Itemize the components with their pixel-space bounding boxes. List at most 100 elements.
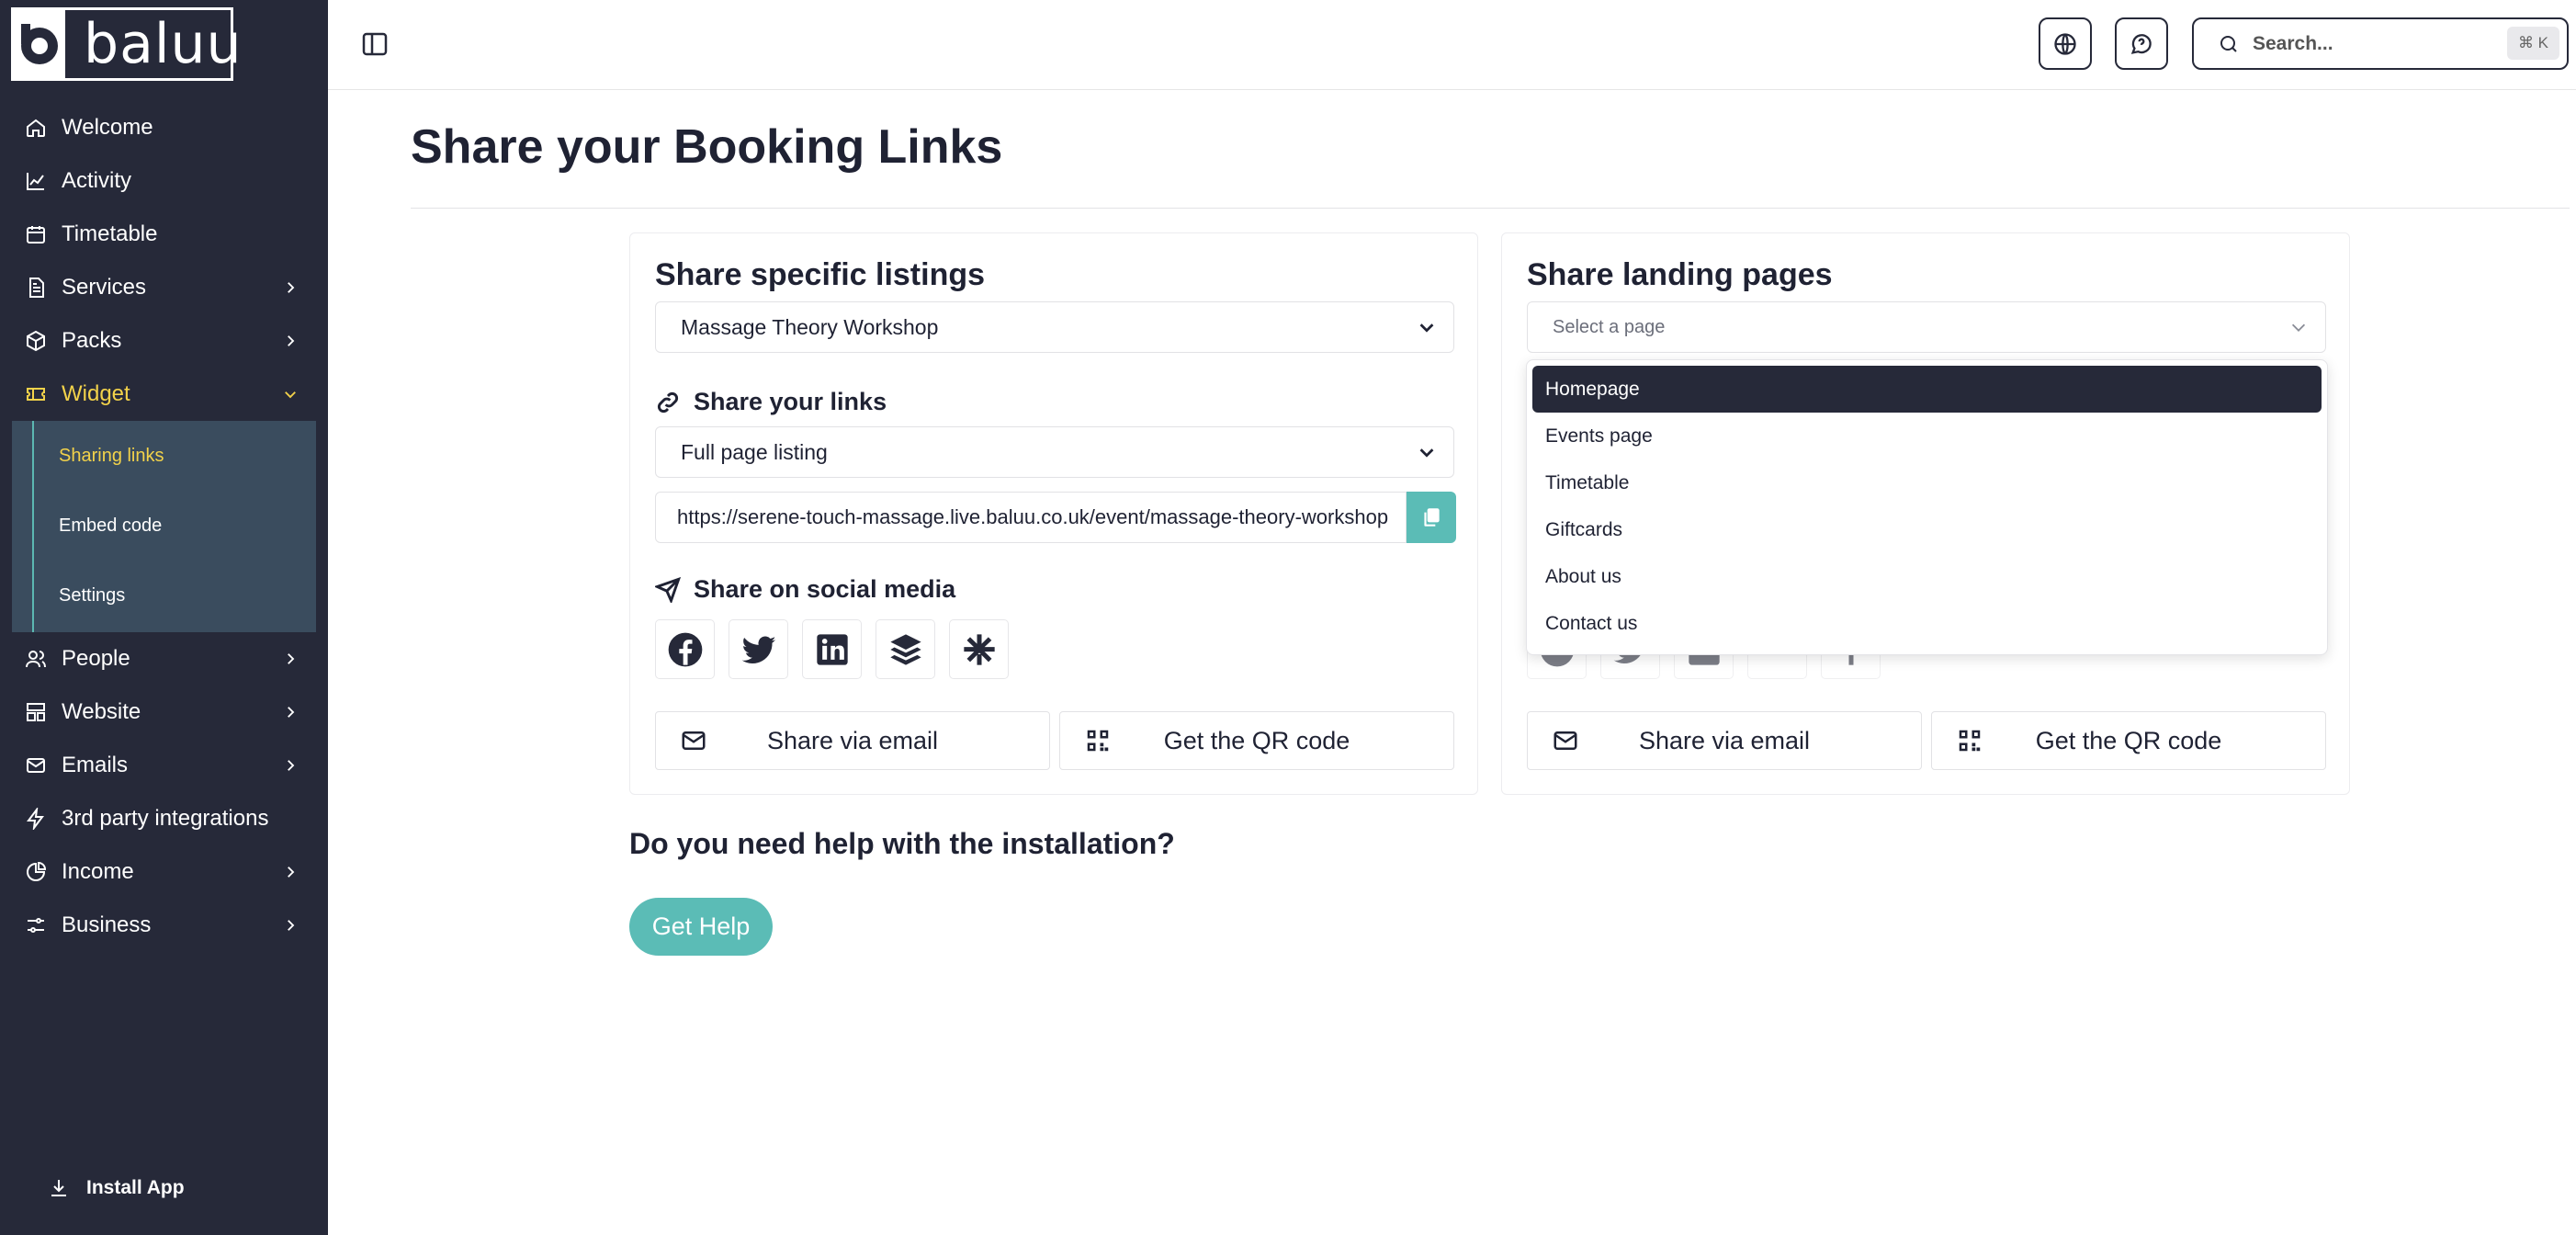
share-via-email-label: Share via email	[1638, 726, 1811, 754]
mail-icon	[1554, 731, 1577, 750]
layout-icon	[25, 701, 47, 723]
sidebar-item-people[interactable]: People	[0, 632, 328, 685]
get-qr-code-button[interactable]: Get the QR code	[1059, 711, 1454, 770]
social-media-heading: Share on social media	[655, 575, 955, 604]
sliders-icon	[25, 914, 47, 936]
menu-option-contact-us[interactable]: Contact us	[1532, 600, 2322, 647]
listing-select[interactable]: Massage Theory Workshop	[655, 301, 1454, 353]
sidebar-item-welcome[interactable]: Welcome	[0, 101, 328, 154]
sidebar-item-website[interactable]: Website	[0, 685, 328, 739]
sidebar-item-income[interactable]: Income	[0, 845, 328, 899]
linkedin-icon	[816, 633, 848, 665]
sidebar-subitem-settings[interactable]: Settings	[12, 561, 316, 630]
people-icon	[25, 648, 47, 670]
box-icon	[25, 330, 47, 352]
sidebar-item-label: Widget	[62, 381, 130, 406]
brand-name: baluu	[84, 12, 243, 76]
sidebar-item-label: Business	[62, 912, 152, 937]
sidebar-item-label: Services	[62, 275, 147, 300]
sidebar-item-label: Emails	[62, 753, 129, 777]
mail-icon	[682, 731, 706, 750]
sidebar-item-packs[interactable]: Packs	[0, 314, 328, 368]
chevron-down-icon	[2291, 323, 2306, 332]
share-links-heading-text: Share your links	[694, 388, 887, 415]
chat-button[interactable]	[2115, 17, 2168, 70]
title-divider	[411, 208, 2570, 209]
sidebar-subitem-embed-code[interactable]: Embed code	[12, 491, 316, 561]
landing-page-select[interactable]: Select a page	[1527, 301, 2326, 353]
chevron-right-icon	[288, 282, 295, 293]
globe-icon	[2054, 32, 2076, 55]
sidebar-item-label: Activity	[62, 168, 132, 193]
social-buttons	[655, 619, 1009, 679]
share-via-email-button[interactable]: Share via email	[1527, 711, 1922, 770]
listing-url-field[interactable]: https://serene-touch-massage.live.baluu.…	[655, 492, 1407, 543]
sidebar-nav: Welcome Activity Timetable Services Pack…	[0, 101, 328, 952]
menu-option-events-page[interactable]: Events page	[1532, 413, 2322, 459]
sidebar-item-services[interactable]: Services	[0, 261, 328, 314]
social-media-heading-text: Share on social media	[694, 575, 956, 603]
facebook-share-button[interactable]	[655, 619, 715, 679]
sidebar-item-label: Website	[62, 699, 141, 724]
card-title: Share landing pages	[1527, 257, 1833, 292]
buffer-icon	[889, 633, 921, 665]
chevron-down-icon	[1419, 448, 1434, 458]
card-title: Share specific listings	[655, 257, 986, 292]
sidebar-item-label: People	[62, 646, 130, 671]
calendar-icon	[25, 223, 47, 245]
get-qr-code-button[interactable]: Get the QR code	[1931, 711, 2326, 770]
menu-option-about-us[interactable]: About us	[1532, 553, 2322, 600]
landing-page-dropdown-menu: Homepage Events page Timetable Giftcards…	[1526, 359, 2328, 655]
download-icon	[51, 1180, 66, 1196]
qr-code-icon	[1959, 730, 1981, 752]
chevron-down-icon	[1419, 323, 1434, 333]
home-icon	[25, 117, 47, 139]
get-help-button[interactable]: Get Help	[629, 898, 773, 956]
share-listings-card: Share specific listings Massage Theory W…	[629, 232, 1478, 795]
install-app-button[interactable]: Install App	[48, 1177, 185, 1199]
get-qr-code-label: Get the QR code	[1163, 726, 1350, 754]
copy-url-button[interactable]	[1407, 492, 1456, 543]
install-app-label: Install App	[86, 1177, 185, 1198]
sidebar-item-activity[interactable]: Activity	[0, 154, 328, 208]
sidebar-item-widget[interactable]: Widget	[0, 368, 328, 421]
menu-option-giftcards[interactable]: Giftcards	[1532, 506, 2322, 553]
sidebar-toggle-button[interactable]	[361, 31, 389, 57]
chevron-right-icon	[288, 335, 295, 346]
sidebar-item-integrations[interactable]: 3rd party integrations	[0, 792, 328, 845]
chevron-right-icon	[288, 920, 295, 931]
ticket-icon	[25, 383, 47, 405]
sidebar-item-emails[interactable]: Emails	[0, 739, 328, 792]
chevron-down-icon	[285, 391, 296, 399]
menu-option-timetable[interactable]: Timetable	[1532, 459, 2322, 506]
menu-option-homepage[interactable]: Homepage	[1532, 366, 2322, 413]
buffer-share-button[interactable]	[876, 619, 935, 679]
chevron-right-icon	[288, 760, 295, 771]
search-placeholder: Search...	[2253, 32, 2333, 54]
sidebar-item-label: Packs	[62, 328, 122, 353]
sidebar-item-label: Timetable	[62, 221, 158, 246]
twitter-share-button[interactable]	[729, 619, 788, 679]
sidebar-item-label: 3rd party integrations	[62, 806, 269, 831]
brand-logo[interactable]: baluu	[11, 7, 242, 81]
search-shortcut-badge: ⌘ K	[2506, 27, 2559, 60]
copy-icon	[1424, 508, 1440, 527]
link-type-value: Full page listing	[681, 439, 828, 464]
linktree-share-button[interactable]	[949, 619, 1009, 679]
sidebar-item-label: Welcome	[62, 115, 153, 140]
sidebar-item-business[interactable]: Business	[0, 899, 328, 952]
sidebar-subitem-sharing-links[interactable]: Sharing links	[12, 421, 316, 491]
share-via-email-button[interactable]: Share via email	[655, 711, 1050, 770]
twitter-icon	[741, 636, 775, 663]
sidebar-item-timetable[interactable]: Timetable	[0, 208, 328, 261]
search-icon	[2220, 35, 2237, 52]
qr-code-icon	[1087, 730, 1109, 752]
link-type-select[interactable]: Full page listing	[655, 426, 1454, 478]
chevron-right-icon	[288, 653, 295, 664]
language-button[interactable]	[2039, 17, 2092, 70]
chevron-right-icon	[288, 867, 295, 878]
linkedin-share-button[interactable]	[802, 619, 862, 679]
search-input[interactable]: Search... ⌘ K	[2192, 17, 2569, 70]
pie-chart-icon	[25, 861, 47, 883]
lightning-icon	[25, 808, 47, 830]
